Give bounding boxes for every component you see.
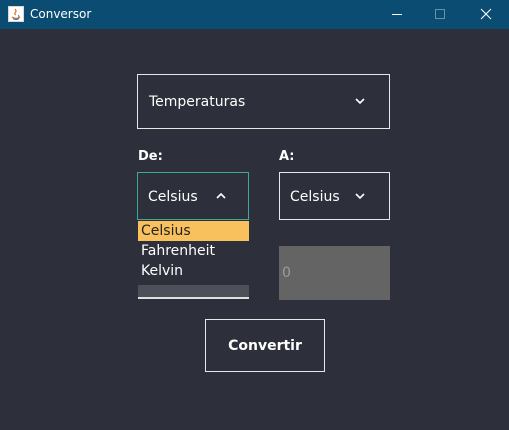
dropdown-option-celsius[interactable]: Celsius [138, 221, 249, 241]
from-unit-select[interactable]: Celsius [137, 172, 249, 220]
chevron-up-icon [216, 192, 226, 199]
close-button[interactable] [463, 0, 509, 29]
close-icon [480, 8, 492, 20]
java-app-icon [8, 6, 24, 22]
value-input[interactable] [279, 246, 390, 300]
converter-window: Conversor Temperaturas De: A: Celsius Ce… [0, 0, 509, 430]
chevron-down-icon [355, 98, 365, 105]
to-label: A: [279, 149, 295, 164]
dropdown-option-kelvin[interactable]: Kelvin [138, 261, 249, 281]
minimize-button[interactable] [374, 0, 420, 29]
from-unit-value: Celsius [148, 189, 198, 205]
category-select-value: Temperaturas [149, 94, 246, 110]
minimize-icon [392, 14, 402, 15]
maximize-icon [435, 9, 445, 19]
to-unit-value: Celsius [290, 189, 340, 205]
dropdown-scroll-area[interactable] [138, 285, 249, 299]
dropdown-option-fahrenheit[interactable]: Fahrenheit [138, 241, 249, 261]
title-bar[interactable]: Conversor [0, 0, 509, 29]
chevron-down-icon [355, 193, 365, 200]
from-label: De: [138, 149, 163, 164]
category-select[interactable]: Temperaturas [137, 74, 390, 129]
convert-button[interactable]: Convertir [205, 319, 325, 372]
maximize-button[interactable] [417, 0, 463, 29]
window-title: Conversor [30, 7, 92, 21]
to-unit-select[interactable]: Celsius [279, 172, 390, 220]
from-unit-dropdown-list: Celsius Fahrenheit Kelvin [138, 221, 249, 281]
